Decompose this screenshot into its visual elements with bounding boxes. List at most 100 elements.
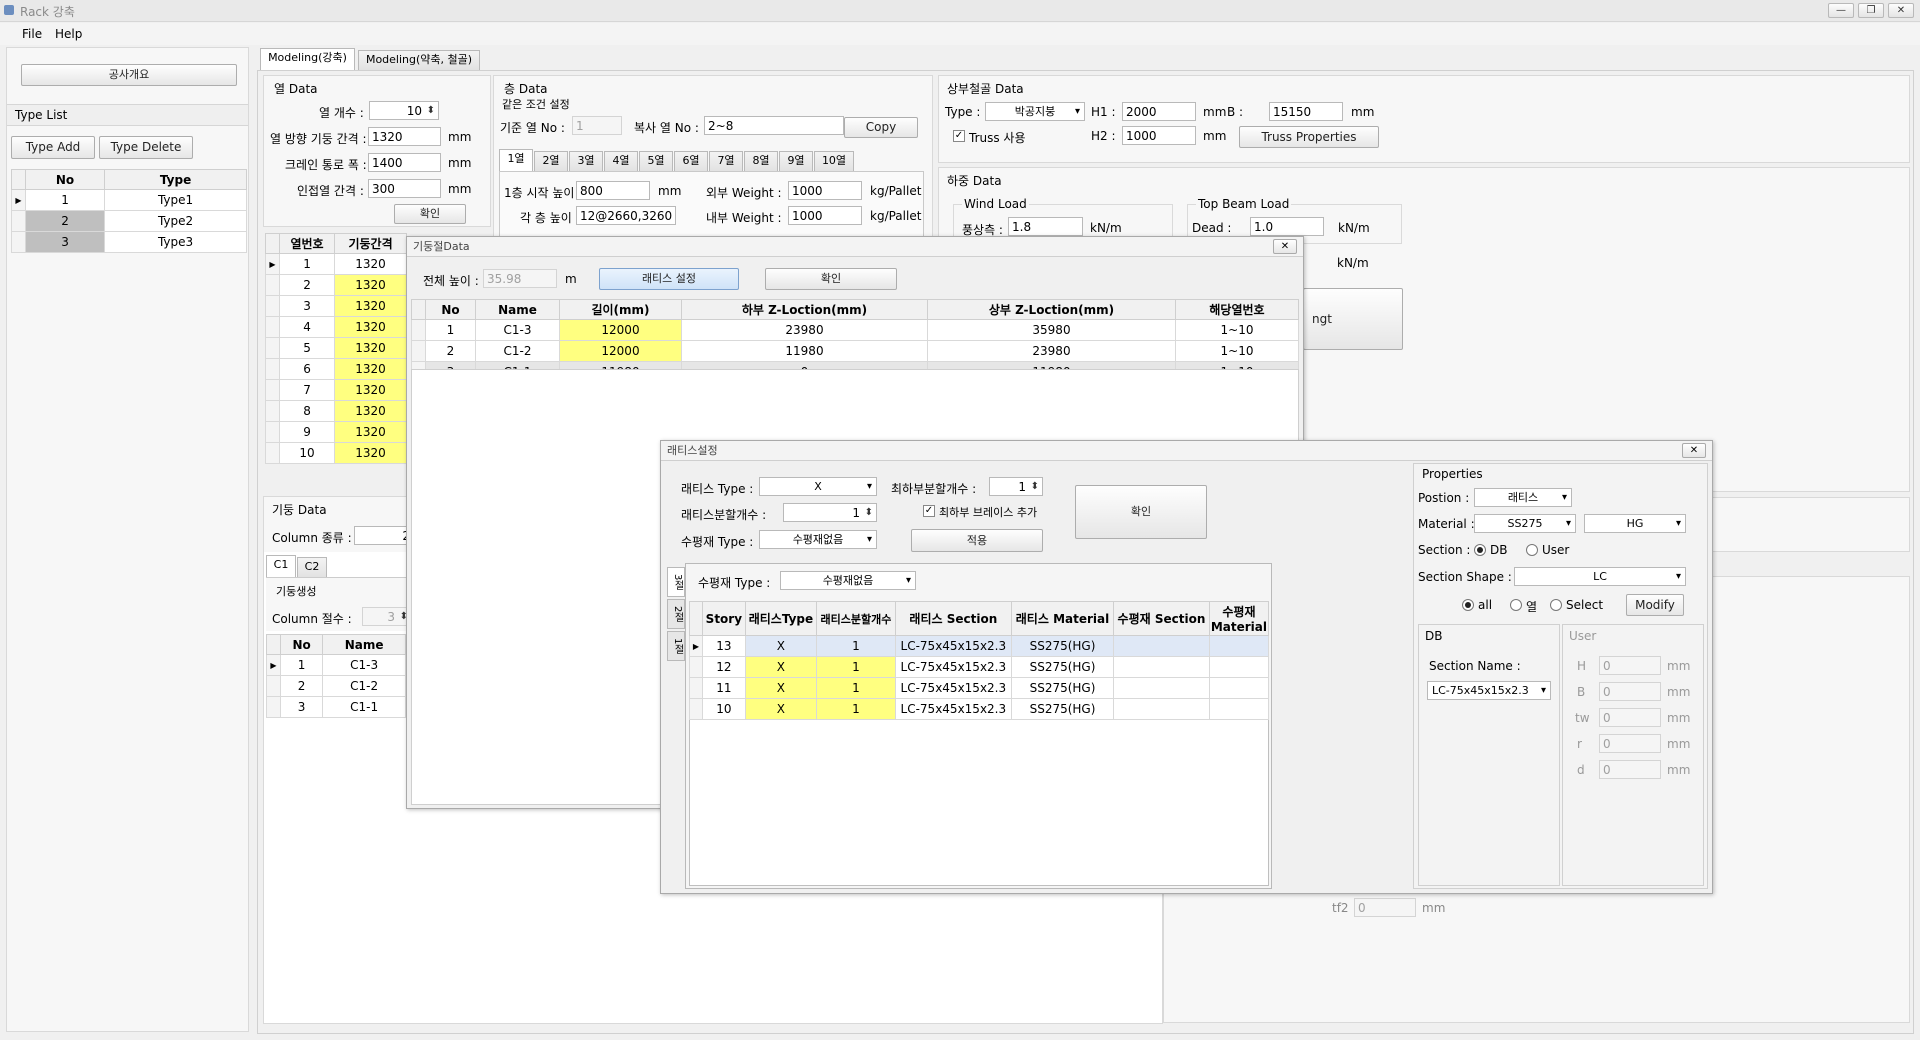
column-confirm-button[interactable]: 확인 [394, 204, 466, 224]
tab-row-1[interactable]: 1열 [499, 149, 533, 171]
table-row[interactable]: 2 1320 [265, 274, 407, 296]
tab-modeling-weak[interactable]: Modeling(약축, 철골) [358, 50, 480, 70]
lattice-setting-button[interactable]: 래티스 설정 [599, 268, 739, 290]
material-select[interactable]: SS275 [1474, 514, 1576, 533]
h2-input[interactable]: 1000 [1122, 126, 1196, 145]
modify-button[interactable]: Modify [1626, 594, 1684, 616]
close-button[interactable]: ✕ [1888, 3, 1914, 18]
each-height-input[interactable]: 12@2660,3260 [576, 206, 676, 225]
table-row[interactable]: 3 C1-1 [266, 696, 406, 718]
table-row[interactable]: 5 1320 [265, 337, 407, 359]
lattice-split-stepper[interactable]: 1 [783, 503, 877, 522]
col-dialog-confirm-button[interactable]: 확인 [765, 268, 897, 290]
table-row[interactable]: 3 1320 [265, 295, 407, 317]
unit-label: kg/Pallet [870, 209, 922, 223]
lattice-type-select[interactable]: X [759, 477, 877, 496]
material-grade-select[interactable]: HG [1584, 514, 1686, 533]
adjacent-input[interactable]: 300 [368, 179, 441, 198]
lowest-brace-checkbox[interactable]: ✓ [923, 505, 935, 517]
table-row[interactable]: 1 C1-3 12000 23980 35980 1~10 [411, 319, 1299, 341]
apply-row-radio[interactable] [1510, 599, 1522, 611]
section-db-radio[interactable] [1474, 544, 1486, 556]
tab-segment-1[interactable]: 1절 [667, 631, 685, 661]
inner-weight-input[interactable]: 1000 [788, 206, 862, 225]
table-row[interactable]: 10 1320 [265, 442, 407, 464]
type-add-button[interactable]: Type Add [11, 136, 95, 159]
roof-type-select[interactable]: 박공지붕 [985, 102, 1085, 121]
inner-horizontal-type-select[interactable]: 수평재없음 [780, 571, 916, 590]
column-kind-input[interactable]: 2 [354, 526, 414, 545]
outer-weight-input[interactable]: 1000 [788, 181, 862, 200]
table-row[interactable]: 9 1320 [265, 421, 407, 443]
b-input[interactable]: 15150 [1269, 102, 1343, 121]
table-row[interactable]: 6 1320 [265, 358, 407, 380]
tab-segment-2[interactable]: 2절 [667, 599, 685, 629]
menu-file[interactable]: File [22, 27, 42, 41]
project-overview-button[interactable]: 공사개요 [21, 64, 237, 86]
tab-row-6[interactable]: 6열 [674, 151, 708, 171]
tab-row-8[interactable]: 8열 [744, 151, 778, 171]
load-generate-button[interactable]: ngt [1303, 288, 1403, 350]
wind-windward-input[interactable]: 1.8 [1008, 217, 1083, 236]
table-row[interactable]: 2 C1-2 12000 11980 23980 1~10 [411, 340, 1299, 362]
truss-use-label: Truss 사용 [969, 131, 1026, 145]
tab-row-4[interactable]: 4열 [604, 151, 638, 171]
lattice-confirm-button[interactable]: 확인 [1075, 485, 1207, 539]
lattice-apply-button[interactable]: 적용 [911, 529, 1043, 552]
unit-label: mm [1667, 685, 1691, 699]
table-row[interactable]: 10 X 1 LC-75x45x15x2.3 SS275(HG) [689, 698, 1270, 720]
menu-help[interactable]: Help [55, 27, 82, 41]
position-select[interactable]: 래티스 [1474, 488, 1572, 507]
h1-input[interactable]: 2000 [1122, 102, 1196, 121]
tab-segment-3[interactable]: 3절 [667, 567, 685, 597]
column-count-stepper[interactable]: 10 [369, 101, 439, 120]
table-row[interactable]: 7 1320 [265, 379, 407, 401]
tab-c2[interactable]: C2 [297, 557, 327, 577]
tab-c1[interactable]: C1 [266, 555, 296, 577]
copy-button[interactable]: Copy [844, 117, 918, 138]
dialog-close-button[interactable]: ✕ [1273, 239, 1297, 254]
crane-input[interactable]: 1400 [368, 153, 441, 172]
section-user-radio[interactable] [1526, 544, 1538, 556]
spacing-input[interactable]: 1320 [368, 127, 441, 146]
type-delete-button[interactable]: Type Delete [99, 136, 193, 159]
restore-button[interactable]: ❐ [1858, 3, 1884, 18]
table-row[interactable]: 2 C1-2 [266, 675, 406, 697]
tab-modeling-strong[interactable]: Modeling(강축) [260, 48, 355, 70]
dead-input[interactable]: 1.0 [1250, 217, 1324, 236]
table-row[interactable]: ▶ 1 1320 [265, 253, 407, 275]
table-row[interactable]: 8 1320 [265, 400, 407, 422]
truss-properties-button[interactable]: Truss Properties [1239, 126, 1379, 148]
horizontal-type-select[interactable]: 수평재없음 [759, 530, 877, 549]
col-header-lattice-material: 래티스 Material [1010, 601, 1115, 636]
table-row[interactable]: 12 X 1 LC-75x45x15x2.3 SS275(HG) [689, 656, 1270, 678]
tab-row-7[interactable]: 7열 [709, 151, 743, 171]
table-row[interactable]: ▶ 13 X 1 LC-75x45x15x2.3 SS275(HG) [689, 635, 1270, 657]
section-shape-select[interactable]: LC [1514, 567, 1686, 586]
tab-row-9[interactable]: 9열 [779, 151, 813, 171]
table-row[interactable]: 2 Type2 [11, 210, 247, 232]
dialog-close-button[interactable]: ✕ [1682, 443, 1706, 458]
lowest-split-stepper[interactable]: 1 [989, 477, 1043, 496]
unit-label: mm [1203, 129, 1227, 143]
tab-row-10[interactable]: 10열 [814, 151, 854, 171]
properties-title: Properties [1422, 467, 1483, 481]
section-name-select[interactable]: LC-75x45x15x2.3 [1427, 681, 1551, 700]
apply-select-radio[interactable] [1550, 599, 1562, 611]
table-row[interactable]: 11 X 1 LC-75x45x15x2.3 SS275(HG) [689, 677, 1270, 699]
apply-all-radio[interactable] [1462, 599, 1474, 611]
minimize-button[interactable]: — [1828, 3, 1854, 18]
start-height-input[interactable]: 800 [576, 181, 650, 200]
tab-row-2[interactable]: 2열 [534, 151, 568, 171]
table-row[interactable]: 3 Type3 [11, 231, 247, 253]
table-row[interactable]: 4 1320 [265, 316, 407, 338]
col-header-story: Story [701, 601, 746, 636]
table-row[interactable]: ▶ 1 Type1 [11, 189, 247, 211]
tab-row-5[interactable]: 5열 [639, 151, 673, 171]
truss-use-checkbox[interactable]: ✓ [953, 130, 965, 142]
copy-col-input[interactable]: 2~8 [704, 116, 844, 135]
tab-row-3[interactable]: 3열 [569, 151, 603, 171]
column-segment-dialog-title: 기둥절Data [407, 237, 1303, 257]
base-col-label: 기준 열 No : [500, 121, 565, 135]
table-row[interactable]: ▶ 1 C1-3 [266, 654, 406, 676]
